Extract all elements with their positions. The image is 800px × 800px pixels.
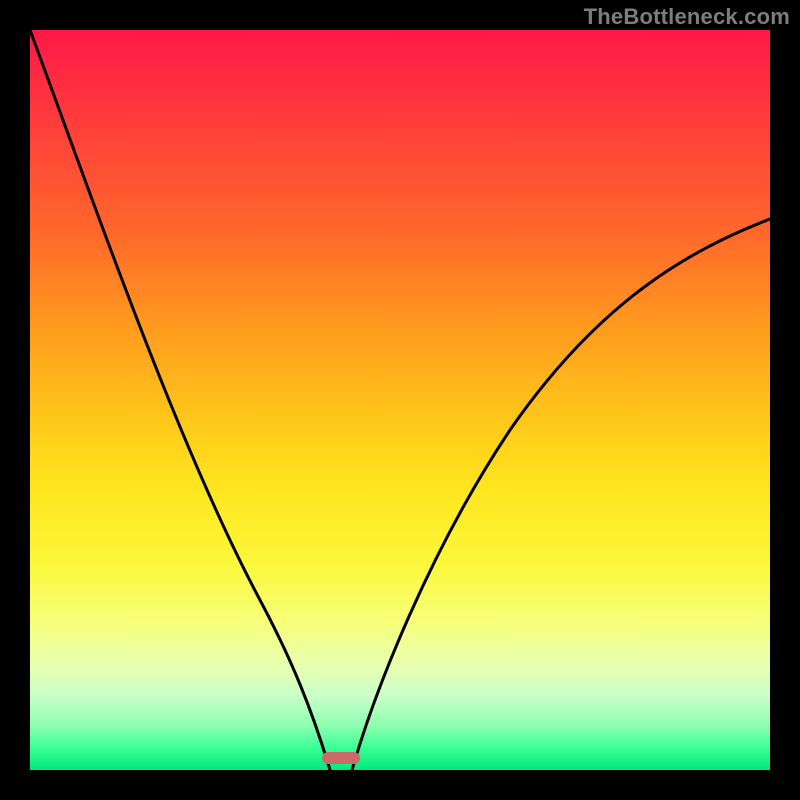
plot-area [30, 30, 770, 770]
bottleneck-curve [30, 30, 770, 770]
curve-right-branch [352, 219, 770, 770]
min-marker [322, 752, 360, 764]
watermark-text: TheBottleneck.com [584, 4, 790, 30]
chart-frame: TheBottleneck.com [0, 0, 800, 800]
curve-left-branch [30, 30, 330, 770]
